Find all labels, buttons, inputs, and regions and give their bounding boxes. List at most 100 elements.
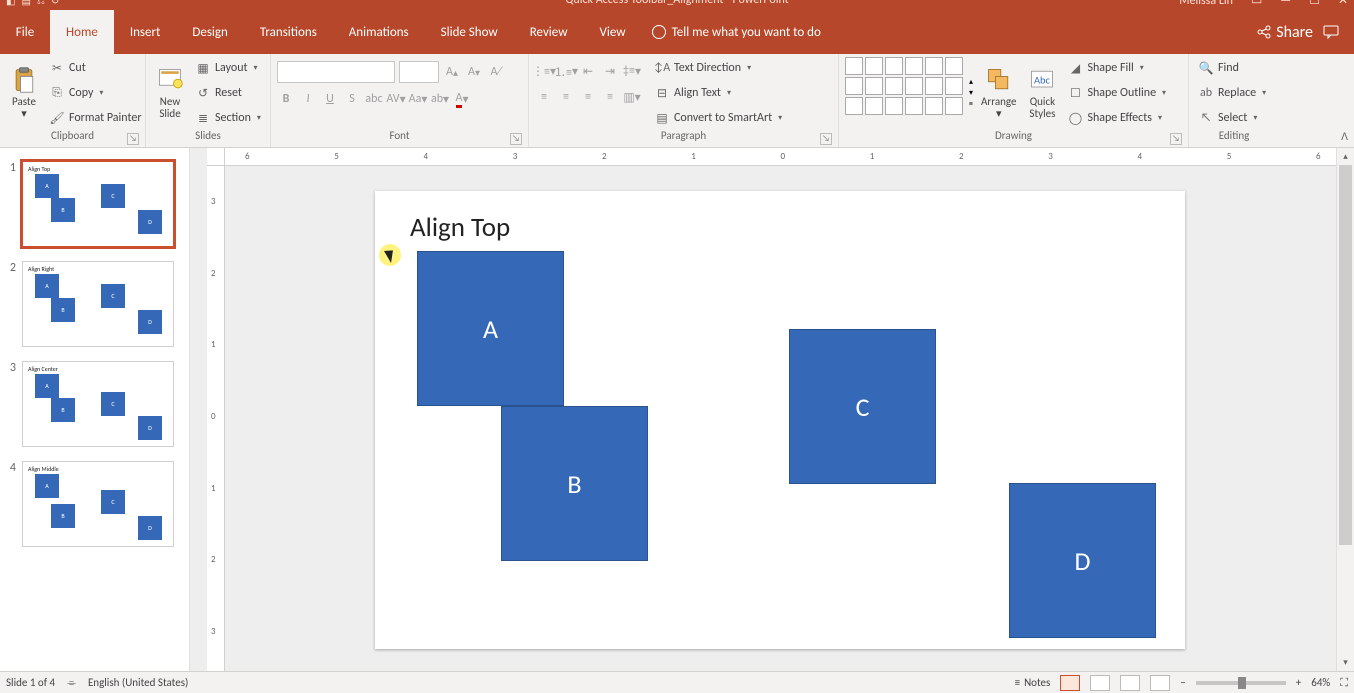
increase-indent-button[interactable]: ⇥ [601,61,619,81]
qat-icon[interactable]: ▤ [21,0,30,7]
arrange-button[interactable]: Arrange▾ [977,57,1020,129]
replace-button[interactable]: abReplace▾ [1195,82,1269,104]
numbering-button[interactable]: ⒈≡▾ [557,61,575,81]
tab-review[interactable]: Review [514,10,584,54]
slide-thumbnail-3[interactable]: Align Center A B C D [22,361,174,447]
layout-button[interactable]: ▦Layout▾ [192,57,264,79]
font-name-input[interactable] [277,61,395,83]
ribbon-display-icon[interactable]: ▭ [1251,0,1262,8]
tell-me-search[interactable]: Tell me what you want to do [652,10,821,54]
tab-home[interactable]: Home [50,10,114,54]
qat-icon[interactable]: ↻ [51,0,59,7]
scroll-up-icon[interactable]: ▴ [1337,148,1354,165]
char-spacing-button[interactable]: AV▾ [387,89,405,109]
slide-title[interactable]: Align Top [410,211,510,244]
justify-button[interactable]: ≡ [601,87,619,107]
close-icon[interactable]: ✕ [1338,0,1348,8]
language-status[interactable]: English (United States) [88,676,188,689]
italic-button[interactable]: I [299,89,317,109]
normal-view-button[interactable] [1060,675,1080,691]
scroll-thumb[interactable] [1339,165,1352,545]
fit-to-window-button[interactable]: ⛶ [1340,676,1348,690]
qat-icon[interactable]: ◧ [6,0,15,7]
font-size-input[interactable] [399,61,439,83]
zoom-in-button[interactable]: + [1296,676,1301,689]
shape-outline-button[interactable]: ☐Shape Outline▾ [1064,82,1169,104]
sorter-view-button[interactable] [1090,675,1110,691]
clear-formatting-icon[interactable]: A⁄ [487,62,505,82]
zoom-level[interactable]: 64% [1311,676,1330,689]
slide-thumbnail-1[interactable]: Align Top A B C D [22,161,174,247]
shapes-gallery[interactable] [845,57,963,129]
gallery-down-icon[interactable]: ▾ [969,88,973,98]
scroll-down-icon[interactable]: ▾ [1337,654,1354,671]
font-color-button[interactable]: A▾ [453,89,471,109]
select-button[interactable]: ↖Select▾ [1195,107,1269,129]
zoom-out-button[interactable]: − [1180,676,1185,689]
line-spacing-button[interactable]: ‡≡▾ [623,61,641,81]
qat-icon[interactable]: ⎌ [37,0,45,7]
align-center-button[interactable]: ≡ [557,87,575,107]
paragraph-launcher[interactable]: ↘ [820,133,832,145]
font-launcher[interactable]: ↘ [510,133,522,145]
notes-button[interactable]: ≡ Notes [1015,676,1051,689]
slide-thumbnail-2[interactable]: Align Right A B C D [22,261,174,347]
shape-effects-button[interactable]: ◯Shape Effects▾ [1064,107,1169,129]
align-right-button[interactable]: ≡ [579,87,597,107]
decrease-indent-button[interactable]: ⇤ [579,61,597,81]
change-case-button[interactable]: Aa▾ [409,89,427,109]
vertical-ruler[interactable]: 3210123 [207,166,225,671]
underline-button[interactable]: U [321,89,339,109]
cut-button[interactable]: ✂Cut [46,57,145,79]
highlight-button[interactable]: ab▾ [431,89,449,109]
increase-font-icon[interactable]: A▴ [443,62,461,82]
bold-button[interactable]: B [277,89,295,109]
convert-smartart-button[interactable]: ▤Convert to SmartArt▾ [651,107,785,129]
drawing-launcher[interactable]: ↘ [1170,133,1182,145]
shape-d[interactable]: D [1009,483,1156,638]
gallery-more-icon[interactable]: ≡ [969,99,973,109]
slide-thumbnail-4[interactable]: Align Middle A B C D [22,461,174,547]
vertical-scrollbar[interactable]: ▴ ▾ [1336,148,1354,671]
shape-c[interactable]: C [789,329,936,484]
align-left-button[interactable]: ≡ [535,87,553,107]
strikethrough-button[interactable]: S [343,89,361,109]
tab-file[interactable]: File [0,10,50,54]
tab-design[interactable]: Design [176,10,243,54]
slide-counter[interactable]: Slide 1 of 4 [6,676,55,689]
horizontal-ruler[interactable]: 6543210123456 [225,148,1336,166]
shadow-button[interactable]: abc [365,89,383,109]
section-button[interactable]: ≣Section▾ [192,107,264,129]
zoom-slider[interactable] [1196,681,1286,685]
quick-styles-button[interactable]: Abc Quick Styles [1024,57,1060,129]
gallery-up-icon[interactable]: ▴ [969,77,973,87]
columns-button[interactable]: ▥▾ [623,87,641,107]
bullets-button[interactable]: ⋮≡▾ [535,61,553,81]
text-direction-button[interactable]: ↕AText Direction▾ [651,57,785,79]
new-slide-button[interactable]: New Slide [152,57,188,129]
shape-fill-button[interactable]: ◢Shape Fill▾ [1064,57,1169,79]
find-button[interactable]: 🔍Find [1195,57,1269,79]
minimize-icon[interactable]: — [1280,0,1291,8]
maximize-icon[interactable]: ☐ [1309,0,1320,8]
shape-a[interactable]: A [417,251,564,406]
align-text-button[interactable]: ⊟Align Text▾ [651,82,785,104]
format-painter-button[interactable]: 🖌Format Painter [46,107,145,129]
slide-canvas[interactable]: Align Top A B C D [375,191,1185,649]
tab-transitions[interactable]: Transitions [244,10,333,54]
tab-slideshow[interactable]: Slide Show [425,10,514,54]
tab-view[interactable]: View [584,10,642,54]
copy-button[interactable]: ⎘Copy▾ [46,82,145,104]
reset-button[interactable]: ↺Reset [192,82,264,104]
spellcheck-icon[interactable]: ⌯ [67,676,76,690]
share-button[interactable]: Share [1256,23,1313,42]
tab-animations[interactable]: Animations [333,10,425,54]
shape-b[interactable]: B [501,406,648,561]
collapse-ribbon-icon[interactable]: ᐱ [1341,130,1348,143]
comments-icon[interactable] [1323,24,1339,40]
slideshow-view-button[interactable] [1150,675,1170,691]
user-name[interactable]: Melissa Lin [1179,0,1233,8]
paste-button[interactable]: Paste▾ [6,57,42,129]
tab-insert[interactable]: Insert [114,10,177,54]
clipboard-launcher[interactable]: ↘ [127,133,139,145]
